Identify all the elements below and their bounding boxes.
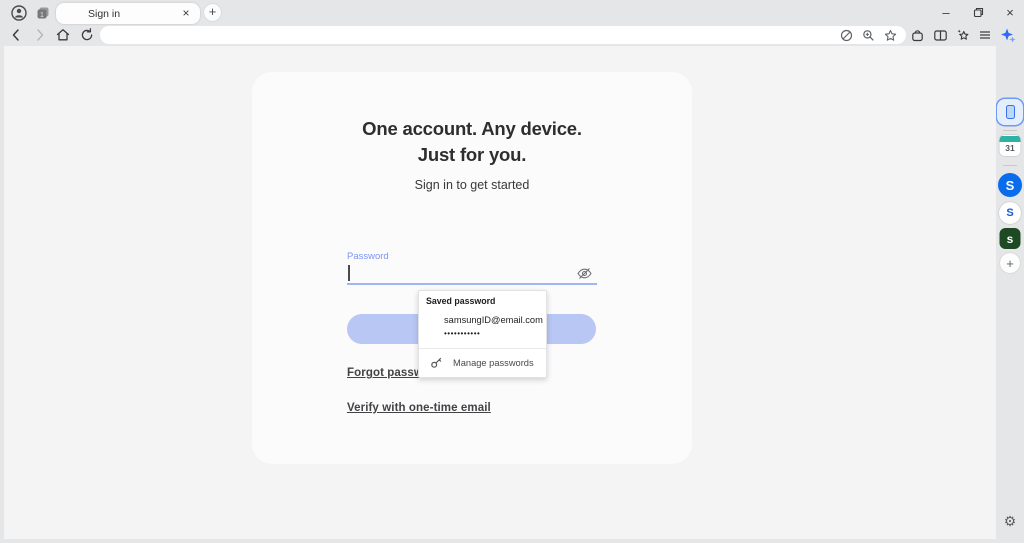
zoom-icon[interactable] [860, 27, 876, 43]
favorites-star-icon[interactable] [882, 27, 898, 43]
address-bar-icons [838, 27, 906, 43]
tab-sign-in[interactable]: Sign in × [56, 3, 200, 24]
key-icon [430, 356, 443, 369]
heading-line1: One account. Any device. [362, 118, 582, 139]
manage-passwords-item[interactable]: Manage passwords [419, 349, 546, 376]
calendar-icon[interactable]: 31 [999, 135, 1021, 156]
page-subtitle: Sign in to get started [414, 178, 530, 192]
window-restore-button[interactable] [963, 0, 993, 24]
title-bar: 1 Sign in × + – × [0, 0, 1024, 24]
refresh-button[interactable] [79, 27, 95, 43]
back-button[interactable] [8, 27, 24, 43]
calendar-day-number: 31 [1005, 143, 1015, 153]
settings-menu-icon[interactable] [978, 27, 992, 43]
saved-password-popup: Saved password samsungID@email.com •••••… [418, 290, 547, 378]
phone-glyph [1005, 105, 1015, 119]
sidebar-add-button[interactable]: + [1000, 253, 1020, 273]
skype-icon[interactable]: S [998, 173, 1022, 197]
address-bar[interactable] [100, 26, 906, 44]
sidebar-divider [1003, 165, 1017, 166]
new-tab-button[interactable]: + [204, 4, 221, 21]
browser-window: 1 Sign in × + – × 31 S S s + ⚙ One accou… [0, 0, 1024, 543]
show-password-icon[interactable] [576, 265, 593, 282]
shopping-bag-icon[interactable] [910, 27, 925, 43]
home-button[interactable] [55, 27, 71, 43]
forward-button[interactable] [32, 27, 48, 43]
toolbar [0, 24, 1024, 46]
heading-line2: Just for you. [417, 144, 527, 165]
verify-one-time-email-link[interactable]: Verify with one-time email [347, 402, 491, 414]
page-title: One account. Any device. Just for you. [252, 116, 692, 168]
green-s-app-icon[interactable]: s [999, 228, 1021, 249]
password-input[interactable] [347, 262, 597, 285]
saved-password-header: Saved password [426, 296, 496, 306]
window-minimize-button[interactable]: – [931, 0, 961, 24]
collections-icon[interactable] [956, 27, 971, 43]
manage-passwords-label: Manage passwords [453, 357, 534, 368]
password-label: Password [347, 251, 389, 262]
address-input[interactable] [100, 29, 838, 41]
svg-text:1: 1 [40, 12, 44, 19]
sidebar-divider [1003, 130, 1017, 131]
edge-sidebar: 31 S S s + ⚙ [996, 46, 1024, 543]
s-app-icon[interactable]: S [999, 202, 1021, 224]
text-caret [348, 265, 350, 281]
workspaces-icon[interactable]: 1 [34, 4, 52, 22]
tab-title: Sign in [88, 7, 121, 20]
signin-card: One account. Any device. Just for you. S… [252, 72, 692, 464]
window-close-button[interactable]: × [995, 0, 1024, 24]
saved-credential-item[interactable]: samsungID@email.com [444, 315, 546, 325]
split-screen-icon[interactable] [933, 27, 948, 43]
phone-link-icon[interactable] [997, 99, 1023, 125]
sidebar-settings-gear-icon[interactable]: ⚙ [1004, 513, 1017, 530]
profile-icon[interactable] [10, 4, 28, 22]
tab-close-icon[interactable]: × [178, 5, 194, 21]
masked-password: ••••••••••• [444, 329, 481, 338]
tracking-prevention-icon[interactable] [838, 27, 854, 43]
copilot-icon[interactable] [1000, 27, 1017, 43]
